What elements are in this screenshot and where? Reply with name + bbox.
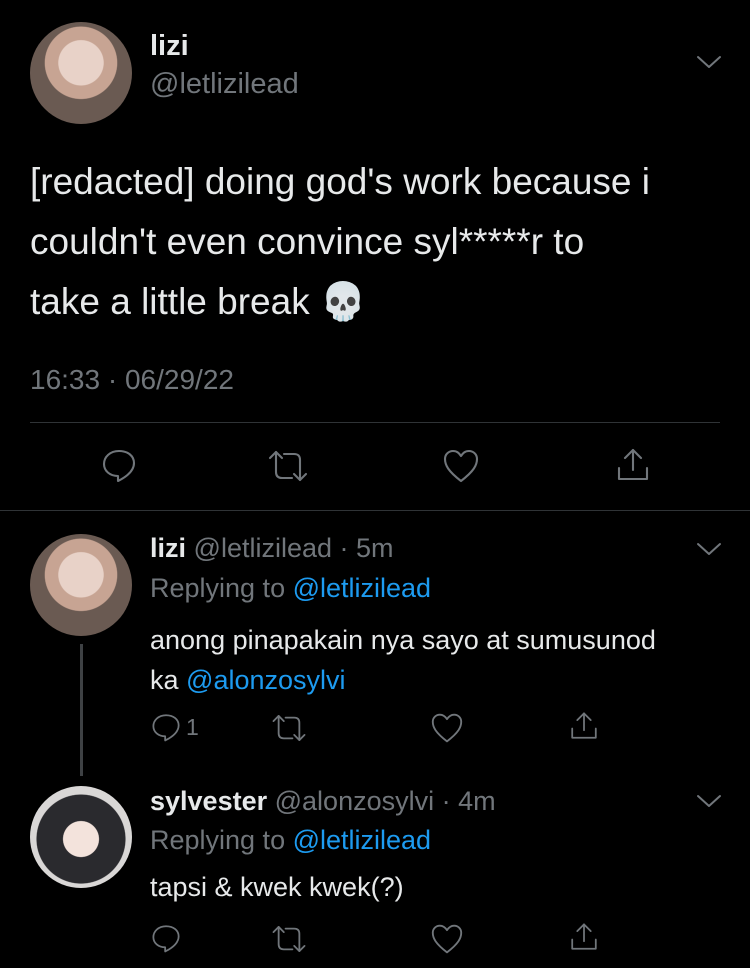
reply1-replying-to: Replying to @letlizilead [150, 573, 431, 604]
reply-icon [152, 714, 180, 742]
retweet-icon[interactable] [266, 448, 310, 489]
main-tweet-timestamp: 16:33 · 06/29/22 [30, 364, 234, 396]
reply1-avatar[interactable] [30, 534, 132, 636]
heart-icon[interactable] [430, 712, 464, 749]
reply2-name[interactable]: sylvester [150, 786, 267, 816]
replying-label: Replying to [150, 825, 286, 855]
replying-handle-link[interactable]: @letlizilead [293, 825, 431, 855]
retweet-icon[interactable] [270, 712, 308, 749]
share-icon[interactable] [568, 710, 600, 747]
reply1-name[interactable]: lizi [150, 533, 186, 563]
replying-handle-link[interactable]: @letlizilead [293, 573, 431, 603]
chevron-down-icon[interactable] [696, 793, 722, 814]
heart-icon[interactable] [430, 923, 464, 960]
reply2-replying-to: Replying to @letlizilead [150, 825, 431, 856]
main-tweet-text: [redacted] doing god's work because i co… [30, 152, 650, 332]
reply1-header: lizi @letlizilead · 5m [150, 533, 394, 564]
chevron-down-icon[interactable] [696, 54, 722, 75]
reply1-text-prefix: ka [150, 665, 179, 695]
replying-label: Replying to [150, 573, 286, 603]
main-tweet-divider [30, 422, 720, 423]
timestamp-separator: · [107, 364, 118, 395]
reply-button[interactable]: 1 [150, 711, 199, 743]
reply1-text-line: anong pinapakain nya sayo at sumusunod [150, 625, 656, 655]
main-tweet-text-line: couldn't even convince syl*****r to [30, 221, 585, 262]
main-tweet-avatar[interactable] [30, 22, 132, 124]
main-tweet-text-line: take a little break 💀 [30, 281, 367, 322]
reply1-text-line: ka @alonzosylvi [150, 660, 656, 700]
thread-divider [0, 510, 750, 511]
share-icon[interactable] [614, 446, 652, 489]
heart-icon[interactable] [442, 448, 480, 489]
reply-count: 1 [186, 713, 199, 740]
chevron-down-icon[interactable] [696, 541, 722, 562]
retweet-icon[interactable] [270, 923, 308, 960]
tweet-date: 06/29/22 [124, 364, 234, 395]
reply2-header: sylvester @alonzosylvi · 4m [150, 786, 496, 817]
share-icon[interactable] [568, 921, 600, 958]
reply-icon[interactable] [100, 446, 138, 489]
reply1-age: · 5m [339, 533, 394, 563]
main-tweet-handle[interactable]: @letlizilead [150, 68, 299, 101]
reply2-text: tapsi & kwek kwek(?) [150, 872, 404, 902]
reply2-age: · 4m [441, 786, 496, 816]
main-tweet-name[interactable]: lizi [150, 30, 189, 63]
thread-line [80, 644, 83, 776]
main-tweet-text-line: [redacted] doing god's work because i [30, 161, 651, 202]
tweet-time: 16:33 [30, 364, 101, 395]
reply-icon[interactable] [150, 922, 182, 959]
reply1-handle[interactable]: @letlizilead [194, 533, 332, 563]
reply2-handle[interactable]: @alonzosylvi [275, 786, 434, 816]
reply1-text: anong pinapakain nya sayo at sumusunod k… [150, 620, 656, 700]
mention-link[interactable]: @alonzosylvi [186, 665, 345, 695]
reply2-avatar[interactable] [30, 786, 132, 888]
